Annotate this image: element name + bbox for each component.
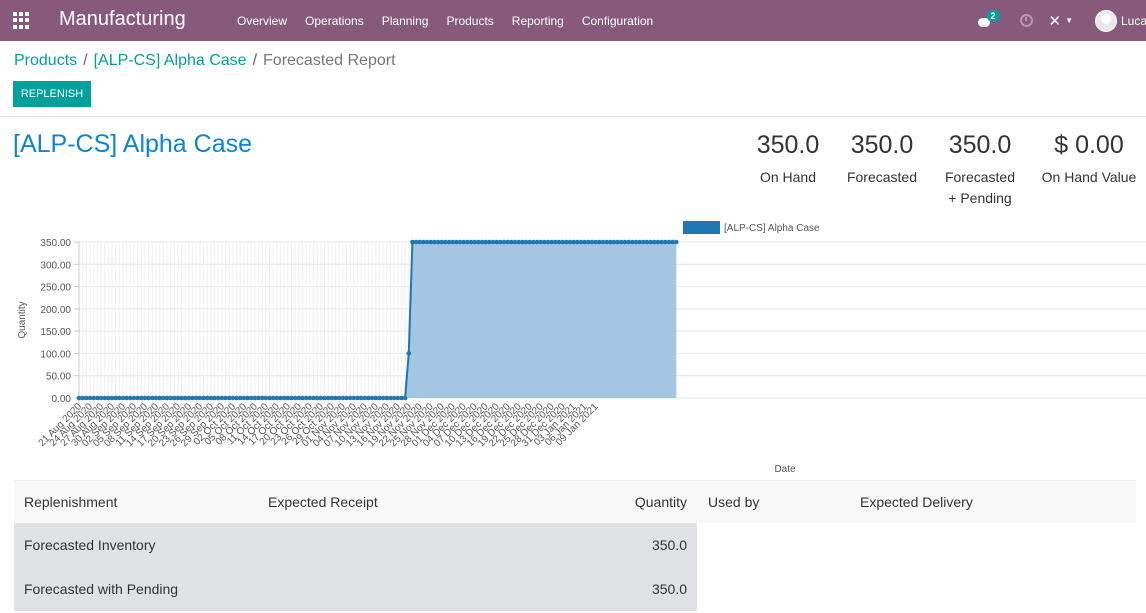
stat-label: On Hand [759,169,817,185]
menu-operations[interactable]: Operations [305,14,364,28]
forecast-chart: 0.00 50.00 100.00 150.00 200.00 250.00 300.00 3… [17,221,1146,475]
breadcrumb: Products / [ALP-CS] Alpha Case / Forecas… [14,52,396,70]
row-label: Forecasted with Pending [24,581,179,597]
header-quantity: Quantity [634,494,687,510]
breadcrumb-separator: / [252,52,258,69]
row-quantity: 350.0 [651,581,687,597]
avatar[interactable] [1095,9,1117,32]
row-label: Forecasted Inventory [24,537,156,553]
y-tick-label: 250.00 [40,283,71,294]
forecast-table: Replenishment Expected Receipt Quantity … [14,480,1136,611]
y-tick-label: 50.00 [46,372,71,383]
stat-label: On Hand Value [1041,169,1137,185]
y-tick-label: 200.00 [40,305,71,316]
replenish-button[interactable]: REPLENISH [13,81,91,107]
stat-label-line2: + Pending [948,190,1012,206]
legend-label: [ALP-CS] Alpha Case [724,223,820,234]
main-menu: Overview Operations Planning Products Re… [237,0,671,41]
chat-icon[interactable]: 2 [977,10,1000,27]
debug-tools-icon[interactable]: ✕ [1049,12,1062,30]
y-tick-label: 0.00 [52,394,72,405]
stat-value: 350.0 [948,131,1012,159]
x-axis-title: Date [774,464,796,475]
stat-label-line1: Forecasted [944,169,1016,185]
stat-label: Forecasted + Pending [938,167,1022,209]
breadcrumb-separator: / [83,52,88,69]
data-point [402,395,408,401]
stat-label: Forecasted [846,169,918,185]
menu-overview[interactable]: Overview [237,14,287,28]
y-tick-label: 350.00 [40,238,71,249]
menu-planning[interactable]: Planning [382,14,429,28]
stat-value: 350.0 [850,131,914,159]
activity-clock-icon[interactable] [1019,14,1033,27]
table-row: Forecasted with Pending 350.0 [14,567,1136,611]
stat-value: 350.0 [756,131,820,159]
header-replenishment: Replenishment [24,494,118,510]
table-header: Replenishment Expected Receipt Quantity … [14,480,1136,523]
row-quantity: 350.0 [651,537,687,553]
y-tick-label: 100.00 [40,349,71,360]
menu-reporting[interactable]: Reporting [512,14,564,28]
apps-menu-icon[interactable] [13,12,30,29]
breadcrumb-products[interactable]: Products [14,52,77,70]
data-point [406,351,412,356]
menu-configuration[interactable]: Configuration [582,14,653,28]
stat-forecasted-pending[interactable]: 350.0 Forecasted + Pending [938,130,1022,209]
y-tick-label: 300.00 [40,260,71,271]
navbar-systray: 2 ✕ ▼ Luca [977,0,1146,41]
table-row: Forecasted Inventory 350.0 [14,523,1136,567]
menu-products[interactable]: Products [446,14,493,28]
stat-value: $ 0.00 [1054,131,1124,159]
divider [0,116,1146,117]
chat-badge: 2 [986,10,1000,22]
stat-on-hand-value[interactable]: $ 0.00 On Hand Value [1040,130,1138,188]
header-used-by: Used by [708,494,760,510]
area-fill [79,242,677,398]
top-navbar: Manufacturing Overview Operations Planni… [0,0,1146,41]
data-point [673,239,679,245]
header-expected-receipt: Expected Receipt [268,494,378,510]
stat-on-hand[interactable]: 350.0 On Hand [748,130,828,188]
breadcrumb-product[interactable]: [ALP-CS] Alpha Case [94,52,247,70]
user-name[interactable]: Luca [1121,14,1146,28]
product-title[interactable]: [ALP-CS] Alpha Case [13,130,252,159]
app-brand[interactable]: Manufacturing [59,8,186,31]
stat-forecasted[interactable]: 350.0 Forecasted [840,130,924,188]
y-tick-label: 150.00 [40,327,71,338]
legend-swatch [683,221,720,234]
header-expected-delivery: Expected Delivery [860,494,973,510]
chevron-down-icon[interactable]: ▼ [1065,16,1073,25]
y-axis-title: Quantity [17,301,28,338]
breadcrumb-current: Forecasted Report [263,52,396,69]
